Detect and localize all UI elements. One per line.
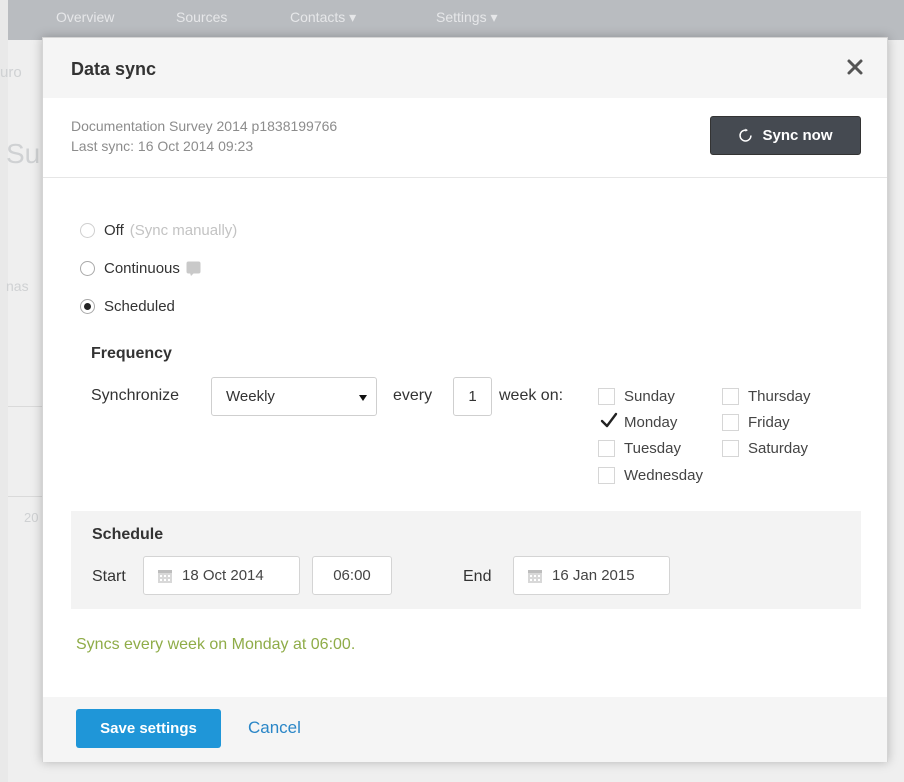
checkbox[interactable]: [722, 414, 739, 431]
radio-continuous[interactable]: Continuous: [80, 260, 201, 277]
radio-button[interactable]: [80, 223, 95, 238]
background-nav-item: Sources: [176, 9, 228, 25]
schedule-panel: Schedule Start 18 Oct 2014 06:00 End 16 …: [71, 511, 861, 609]
background-fragment: Su: [6, 138, 41, 169]
checkbox[interactable]: [722, 440, 739, 457]
background-fragment: nas: [6, 278, 29, 294]
background-top-nav: Overview Sources Contacts ▾ Settings ▾: [8, 0, 904, 40]
schedule-title: Schedule: [92, 526, 164, 543]
frequency-select-value: Weekly: [226, 388, 275, 405]
week-on-label: week on:: [499, 387, 564, 404]
calendar-icon: [528, 569, 542, 583]
every-label: every: [393, 387, 433, 404]
help-icon[interactable]: [186, 261, 201, 276]
day-label: Sunday: [624, 388, 675, 405]
background-fragment: uro: [0, 64, 22, 81]
checkmark-icon: [600, 412, 618, 428]
background-nav-item: Contacts ▾: [290, 9, 357, 25]
start-date-input[interactable]: 18 Oct 2014: [143, 556, 300, 595]
radio-continuous-label: Continuous: [104, 260, 180, 277]
start-date-value: 18 Oct 2014: [182, 567, 264, 584]
end-date-input[interactable]: 16 Jan 2015: [513, 556, 670, 595]
radio-off[interactable]: Off (Sync manually): [80, 222, 237, 239]
dialog-title: Data sync: [71, 59, 157, 79]
interval-input[interactable]: 1: [453, 377, 492, 416]
radio-off-hint: (Sync manually): [129, 222, 238, 239]
frequency-select[interactable]: Weekly: [211, 377, 377, 416]
sync-now-button[interactable]: Sync now: [710, 116, 861, 155]
dialog-footer: Save settings Cancel: [43, 697, 887, 762]
radio-scheduled[interactable]: Scheduled: [80, 298, 175, 315]
data-sync-dialog: Data sync Documentation Survey 2014 p183…: [42, 37, 888, 762]
sync-now-label: Sync now: [762, 127, 833, 144]
background-nav-item: Settings ▾: [436, 9, 498, 25]
caret-down-icon: [359, 395, 367, 401]
day-saturday[interactable]: Saturday: [722, 440, 808, 457]
checkbox[interactable]: [598, 388, 615, 405]
radio-scheduled-label: Scheduled: [104, 298, 175, 315]
background-fragment: 20: [24, 510, 39, 525]
day-tuesday[interactable]: Tuesday: [598, 440, 681, 457]
end-label: End: [463, 568, 492, 585]
start-time-input[interactable]: 06:00: [312, 556, 392, 595]
day-friday[interactable]: Friday: [722, 414, 790, 431]
day-label: Tuesday: [624, 440, 681, 457]
day-label: Monday: [624, 414, 678, 431]
checkbox[interactable]: [598, 440, 615, 457]
day-wednesday[interactable]: Wednesday: [598, 467, 703, 484]
radio-button[interactable]: [80, 261, 95, 276]
source-info: Documentation Survey 2014 p1838199766 La…: [43, 98, 887, 178]
checkbox[interactable]: [722, 388, 739, 405]
start-label: Start: [92, 568, 126, 585]
frequency-title: Frequency: [91, 345, 172, 362]
source-name: Documentation Survey 2014 p1838199766: [71, 118, 338, 134]
radio-button[interactable]: [80, 299, 95, 314]
save-settings-button[interactable]: Save settings: [76, 709, 221, 748]
refresh-icon: [739, 128, 753, 142]
day-label: Wednesday: [624, 467, 703, 484]
cancel-link[interactable]: Cancel: [248, 718, 301, 738]
schedule-summary: Syncs every week on Monday at 06:00.: [76, 636, 356, 653]
synchronize-label: Synchronize: [91, 387, 180, 404]
day-label: Saturday: [748, 440, 809, 457]
dialog-header: Data sync: [43, 38, 887, 98]
day-monday[interactable]: Monday: [598, 412, 678, 431]
day-label: Friday: [748, 414, 790, 431]
checkbox[interactable]: [598, 412, 618, 431]
calendar-icon: [158, 569, 172, 583]
background-nav-item: Overview: [56, 9, 115, 25]
day-thursday[interactable]: Thursday: [722, 388, 811, 405]
day-sunday[interactable]: Sunday: [598, 388, 675, 405]
radio-off-label: Off: [104, 222, 124, 239]
close-icon[interactable]: [843, 55, 867, 79]
end-date-value: 16 Jan 2015: [552, 567, 635, 584]
last-sync-text: Last sync: 16 Oct 2014 09:23: [71, 138, 254, 154]
checkbox[interactable]: [598, 467, 615, 484]
day-label: Thursday: [748, 388, 811, 405]
